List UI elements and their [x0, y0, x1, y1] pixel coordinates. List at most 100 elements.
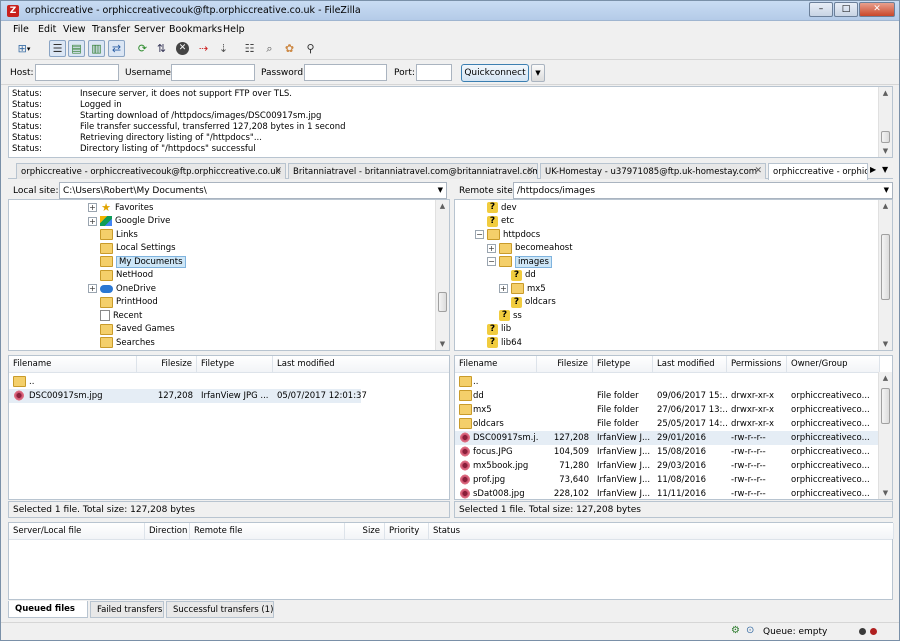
col-server-local-file[interactable]: Server/Local file	[9, 523, 145, 539]
username-input[interactable]	[171, 64, 255, 81]
port-input[interactable]	[416, 64, 452, 81]
host-input[interactable]	[35, 64, 119, 81]
tree-item[interactable]: − images	[487, 255, 552, 268]
remote-list-scrollbar[interactable]: ▲ ▼	[878, 372, 892, 499]
col-last-modified[interactable]: Last modified	[653, 356, 727, 372]
close-tab-icon[interactable]: ✕	[754, 166, 762, 176]
tree-item[interactable]: + ★ Favorites	[88, 201, 153, 214]
tree-item[interactable]: PrintHood	[88, 296, 158, 309]
remote-tree-scrollbar[interactable]: ▲ ▼	[878, 200, 892, 350]
tree-item[interactable]: − httpdocs	[475, 228, 540, 241]
menu-bookmarks[interactable]: Bookmarks	[169, 24, 222, 35]
toggle-log-icon[interactable]: ☰	[49, 40, 66, 57]
expand-icon[interactable]: +	[499, 284, 508, 293]
tab-orphiccreative[interactable]: orphiccreative - orphiccreativecouk@ftp.…	[16, 163, 286, 179]
refresh-icon[interactable]: ⟳	[134, 40, 151, 57]
table-row[interactable]: DSC00917sm.jpg 127,208 IrfanView JPG ... 05…	[9, 389, 367, 403]
tree-item[interactable]: + Google Drive	[88, 215, 170, 228]
scroll-down-icon[interactable]: ▼	[436, 338, 449, 350]
scroll-up-icon[interactable]: ▲	[879, 372, 892, 384]
col-filetype[interactable]: Filetype	[197, 356, 273, 372]
tree-item[interactable]: Local Settings	[88, 242, 176, 255]
tree-item[interactable]: ? oldcars	[499, 296, 556, 309]
col-filename[interactable]: Filename	[9, 356, 137, 372]
table-row[interactable]: oldcars File folder 25/05/2017 14:... drwxr…	[455, 417, 892, 431]
scroll-down-icon[interactable]: ▼	[879, 338, 892, 350]
expand-icon[interactable]: +	[88, 284, 97, 293]
col-remote-file[interactable]: Remote file	[190, 523, 345, 539]
tree-item[interactable]: + becomeahost	[487, 242, 573, 255]
scroll-up-icon[interactable]: ▲	[879, 200, 892, 212]
close-button[interactable]: ✕	[859, 2, 895, 17]
tab-orphiccreative-active[interactable]: orphiccreative - orphicc	[768, 163, 868, 180]
menu-help[interactable]: Help	[223, 24, 245, 35]
menu-transfer[interactable]: Transfer	[92, 24, 130, 35]
site-manager-icon[interactable]: ⊞ ▾	[10, 40, 38, 57]
tree-item[interactable]: + OneDrive	[88, 282, 156, 295]
expand-icon[interactable]: −	[475, 230, 484, 239]
tab-britanniatravel[interactable]: Britanniatravel - britanniatravel.com@br…	[288, 163, 538, 179]
tree-item[interactable]: Recent	[88, 309, 142, 322]
tree-item[interactable]: ? dd	[499, 269, 536, 282]
tree-item[interactable]: + mx5	[499, 282, 546, 295]
tree-item[interactable]: NetHood	[88, 269, 153, 282]
local-path-combo[interactable]: C:\Users\Robert\My Documents\ ▼	[59, 182, 447, 199]
reconnect-icon[interactable]: ⇣	[215, 40, 232, 57]
col-size[interactable]: Size	[345, 523, 385, 539]
minimize-button[interactable]: –	[809, 2, 833, 17]
sync-browse-icon[interactable]: ✿	[281, 40, 298, 57]
col-filesize[interactable]: Filesize	[137, 356, 197, 372]
password-input[interactable]	[304, 64, 387, 81]
tree-item[interactable]: ? dev	[475, 201, 517, 214]
scroll-thumb[interactable]	[438, 292, 447, 312]
table-row[interactable]: sDat008.jpg 228,102 IrfanView J... 11/11/20…	[455, 487, 892, 499]
expand-icon[interactable]: +	[487, 243, 496, 253]
process-queue-icon[interactable]: ⇅	[153, 40, 170, 57]
col-permissions[interactable]: Permissions	[727, 356, 787, 372]
menu-edit[interactable]: Edit	[38, 24, 56, 35]
remote-path-combo[interactable]: /httpdocs/images ▼	[513, 182, 893, 199]
table-row[interactable]: DSC00917sm.j... 127,208 IrfanView J... 29/0…	[455, 431, 892, 445]
scroll-up-icon[interactable]: ▲	[436, 200, 449, 212]
quickconnect-button[interactable]: Quickconnect	[461, 64, 529, 82]
close-tab-icon[interactable]: ✕	[274, 166, 282, 176]
close-tab-icon[interactable]: ✕	[526, 166, 534, 176]
col-status[interactable]: Status	[429, 523, 894, 539]
col-filetype[interactable]: Filetype	[593, 356, 653, 372]
search-icon[interactable]: ⌕	[261, 40, 278, 57]
tab-successful-transfers[interactable]: Successful transfers (1)	[166, 601, 274, 618]
tree-item[interactable]: Saved Games	[88, 323, 175, 336]
menu-file[interactable]: File	[13, 24, 29, 35]
scroll-down-icon[interactable]: ▼	[879, 487, 892, 499]
tab-queued-files[interactable]: Queued files	[8, 601, 88, 618]
table-row[interactable]: mx5 File folder 27/06/2017 13:... drwxr-xr-…	[455, 403, 892, 417]
binoculars-icon[interactable]: ⚲	[302, 40, 319, 57]
table-row[interactable]: ..	[9, 375, 449, 389]
menu-server[interactable]: Server	[134, 24, 165, 35]
col-direction[interactable]: Direction	[145, 523, 190, 539]
tree-item[interactable]: Links	[88, 228, 138, 241]
tab-menu-icon[interactable]: ▼	[882, 165, 888, 174]
table-row[interactable]: dd File folder 09/06/2017 15:... drwxr-xr-x…	[455, 389, 892, 403]
quickconnect-history-dropdown[interactable]: ▼	[531, 64, 545, 82]
col-last-modified[interactable]: Last modified	[273, 356, 449, 372]
speed-limit-icon[interactable]: ⊙	[746, 625, 754, 636]
local-tree-scrollbar[interactable]: ▲ ▼	[435, 200, 449, 350]
disconnect-icon[interactable]: ⇢	[195, 40, 212, 57]
col-owner-group[interactable]: Owner/Group	[787, 356, 880, 372]
table-row[interactable]: ..	[455, 375, 892, 389]
tab-failed-transfers[interactable]: Failed transfers	[90, 601, 164, 618]
scroll-down-icon[interactable]: ▼	[879, 145, 892, 157]
expand-icon[interactable]: +	[88, 203, 97, 212]
cancel-icon[interactable]: ✕	[174, 40, 191, 57]
toggle-local-tree-icon[interactable]: ▤	[68, 40, 85, 57]
table-row[interactable]: mx5book.jpg 71,280 IrfanView J... 29/03/201…	[455, 459, 892, 473]
table-row[interactable]: focus.JPG 104,509 IrfanView J... 15/08/2016…	[455, 445, 892, 459]
scroll-thumb[interactable]	[881, 388, 890, 424]
col-filename[interactable]: Filename	[455, 356, 537, 372]
filter-icon[interactable]: ☷	[241, 40, 258, 57]
tree-item[interactable]: ? lib	[475, 323, 511, 336]
scroll-thumb[interactable]	[881, 131, 890, 143]
tree-item[interactable]: ? etc	[475, 215, 514, 228]
menu-view[interactable]: View	[63, 24, 86, 35]
